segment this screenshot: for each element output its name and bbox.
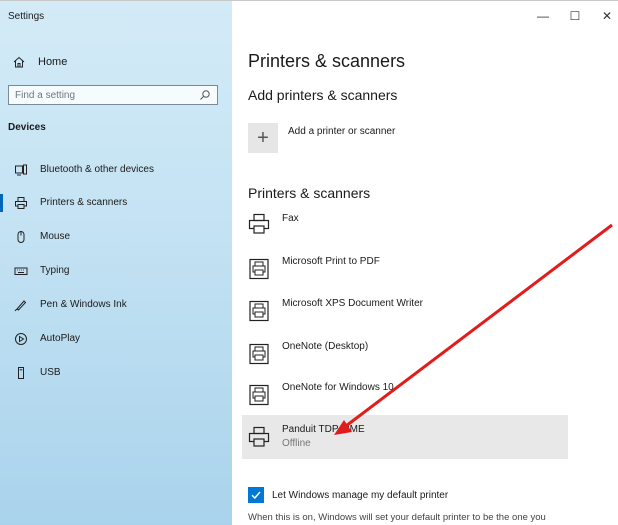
- home-nav-item[interactable]: Home: [12, 53, 67, 71]
- sidebar-item-autoplay[interactable]: AutoPlay: [0, 328, 232, 350]
- printer-name: OneNote for Windows 10: [282, 382, 394, 393]
- plus-icon: +: [248, 123, 278, 153]
- sidebar-item-label: Pen & Windows Ink: [40, 299, 127, 310]
- default-printer-checkbox-label: Let Windows manage my default printer: [272, 489, 449, 501]
- sidebar-item-printers-scanners[interactable]: Printers & scanners: [0, 192, 232, 214]
- usb-icon: [18, 367, 24, 379]
- printer-item-fax[interactable]: Fax: [242, 209, 568, 239]
- sidebar-item-bluetooth[interactable]: Bluetooth & other devices: [0, 159, 232, 181]
- document-printer-icon: [249, 258, 269, 280]
- printer-name: Microsoft Print to PDF: [282, 256, 380, 267]
- printer-name: Fax: [282, 213, 299, 224]
- document-printer-icon: [249, 300, 269, 322]
- printer-item-onenote-desktop[interactable]: OneNote (Desktop): [242, 336, 568, 370]
- default-printer-description: When this is on, Windows will set your d…: [248, 512, 546, 523]
- printer-name: OneNote (Desktop): [282, 341, 369, 352]
- search-icon[interactable]: [199, 89, 211, 101]
- window-title: Settings: [8, 11, 45, 22]
- home-icon: [13, 56, 25, 68]
- sidebar-item-typing[interactable]: Typing: [0, 260, 232, 282]
- sidebar-item-pen-ink[interactable]: Pen & Windows Ink: [0, 294, 232, 316]
- printer-icon: [248, 213, 270, 234]
- printers-list-title: Printers & scanners: [248, 185, 371, 201]
- add-section-title: Add printers & scanners: [248, 87, 398, 103]
- sidebar-item-usb[interactable]: USB: [0, 362, 232, 384]
- keyboard-icon: [14, 267, 28, 275]
- sidebar-item-label: USB: [40, 367, 61, 378]
- printer-icon: [15, 197, 27, 209]
- printer-item-xps-writer[interactable]: Microsoft XPS Document Writer: [242, 293, 568, 327]
- printer-name: Microsoft XPS Document Writer: [282, 298, 423, 309]
- printer-icon: [248, 426, 270, 447]
- checkmark-icon[interactable]: [248, 487, 264, 503]
- mouse-icon: [17, 231, 25, 243]
- printer-status: Offline: [282, 438, 311, 449]
- add-printer-button[interactable]: + Add a printer or scanner: [248, 123, 395, 153]
- settings-window: Settings Home Devices Bluetooth & other …: [0, 0, 618, 525]
- default-printer-checkbox[interactable]: Let Windows manage my default printer: [248, 487, 448, 503]
- printer-item-print-to-pdf[interactable]: Microsoft Print to PDF: [242, 251, 568, 285]
- sidebar-item-label: Printers & scanners: [40, 197, 128, 208]
- search-box[interactable]: [8, 85, 218, 105]
- maximize-button[interactable]: ☐: [568, 9, 582, 23]
- sidebar-item-label: Typing: [40, 265, 70, 276]
- printer-name: Panduit TDP43ME: [282, 424, 365, 435]
- bluetooth-devices-icon: [15, 164, 27, 176]
- printer-item-panduit[interactable]: Panduit TDP43ME Offline: [242, 415, 568, 459]
- sidebar-item-label: AutoPlay: [40, 333, 81, 344]
- page-title: Printers & scanners: [248, 51, 406, 71]
- sidebar: Settings Home Devices Bluetooth & other …: [0, 1, 232, 525]
- section-title-devices: Devices: [8, 122, 46, 133]
- printer-item-onenote-win10[interactable]: OneNote for Windows 10: [242, 377, 568, 411]
- autoplay-icon: [15, 333, 27, 345]
- pen-icon: [14, 300, 27, 312]
- sidebar-item-mouse[interactable]: Mouse: [0, 226, 232, 248]
- add-printer-label: Add a printer or scanner: [288, 126, 396, 137]
- minimize-button[interactable]: —: [536, 9, 550, 23]
- main-content: — ☐ ✕ Printers & scanners Add printers &…: [232, 1, 618, 525]
- close-button[interactable]: ✕: [600, 9, 614, 23]
- sidebar-item-label: Mouse: [40, 231, 71, 242]
- document-printer-icon: [249, 343, 269, 365]
- sidebar-item-label: Bluetooth & other devices: [40, 164, 154, 175]
- home-label: Home: [38, 56, 68, 68]
- search-input[interactable]: [9, 86, 189, 104]
- document-printer-icon: [249, 384, 269, 406]
